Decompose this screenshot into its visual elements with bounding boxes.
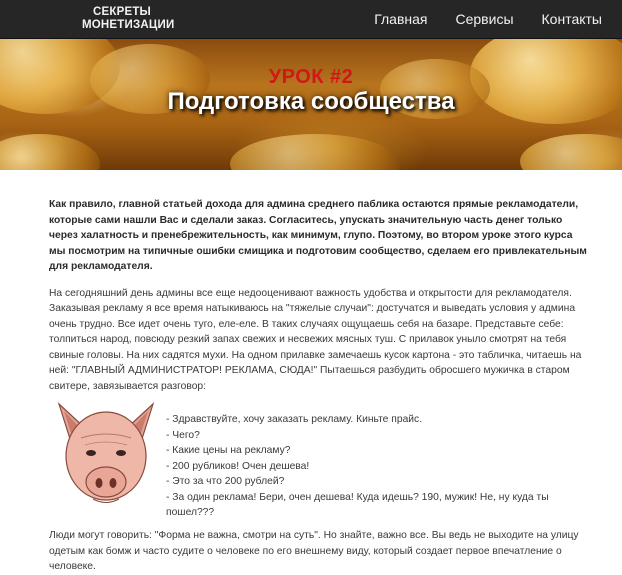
logo-line-2: МОНЕТИЗАЦИИ [82, 18, 175, 31]
article-paragraph-2: Люди могут говорить: "Форма не важна, см… [49, 530, 579, 572]
coin-decoration [0, 134, 100, 170]
article-lead: Как правило, главной статьей дохода для … [49, 199, 587, 272]
article-body: Как правило, главной статьей дохода для … [0, 197, 622, 575]
hero-banner: УРОК #2 Подготовка сообщества [0, 39, 622, 170]
dialog-line: - Это за что 200 рублей? [166, 476, 285, 487]
lesson-number: УРОК #2 [268, 66, 354, 88]
logo-line-1: СЕКРЕТЫ [92, 6, 152, 18]
coin-decoration [230, 134, 400, 170]
site-logo[interactable]: СЕКРЕТЫ МОНЕТИЗАЦИИ [82, 6, 175, 31]
main-nav: Главная Сервисы Контакты [360, 0, 622, 38]
page-title: Подготовка сообщества [167, 88, 455, 115]
dialog-line: - Чего? [166, 429, 200, 441]
pig-head-image [57, 402, 155, 503]
nav-item-contacts[interactable]: Контакты [528, 0, 622, 38]
top-navigation-bar: СЕКРЕТЫ МОНЕТИЗАЦИИ Главная Сервисы Конт… [0, 0, 622, 39]
dialog-line: - За один реклама! Бери, очен дешева! Ку… [166, 491, 549, 519]
article-paragraph-1: На сегодняшний день админы все еще недоо… [49, 287, 582, 392]
dialog-lines: - Здравствуйте, хочу заказать рекламу. К… [166, 412, 590, 519]
nav-item-services[interactable]: Сервисы [442, 0, 528, 38]
dialog-line: - Какие цены на рекламу? [166, 445, 291, 456]
dialog-section: - Здравствуйте, хочу заказать рекламу. К… [49, 398, 590, 519]
nav-item-home[interactable]: Главная [360, 0, 441, 38]
dialog-line: - 200 рубликов! Очен дешева! [166, 460, 310, 472]
dialog-line: - Здравствуйте, хочу заказать рекламу. К… [166, 414, 423, 425]
coin-decoration [520, 134, 622, 170]
